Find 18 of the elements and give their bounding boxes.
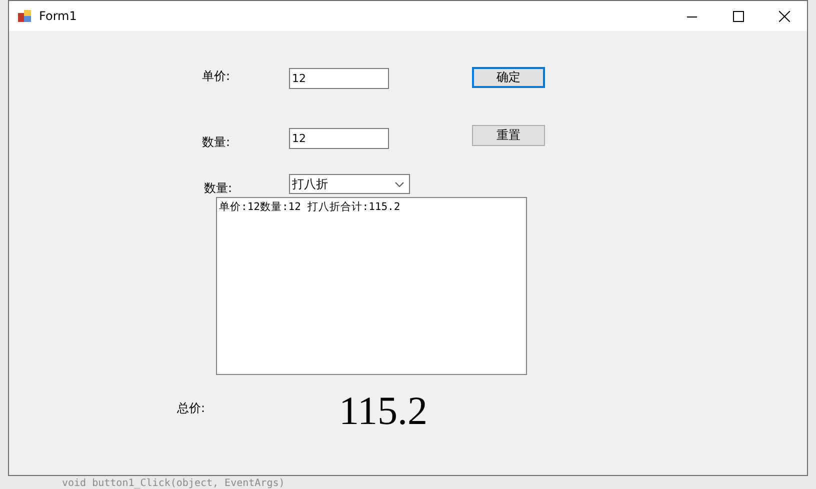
- maximize-icon: [732, 10, 744, 22]
- window-title: Form1: [39, 9, 77, 23]
- field-label: 数量:: [202, 134, 230, 151]
- discount-dropdown[interactable]: 打八折: [289, 174, 410, 194]
- form-icon: [17, 8, 33, 24]
- field-label: 单价:: [202, 68, 230, 85]
- field-label: 数量:: [204, 180, 232, 197]
- close-icon: [778, 10, 790, 22]
- list-item[interactable]: 单价:12数量:12 打八折合计:115.2: [219, 200, 524, 214]
- result-list[interactable]: 单价:12数量:12 打八折合计:115.2: [216, 197, 527, 375]
- chevron-icon: [395, 182, 404, 186]
- code-line: void button1_Click(object, EventArgs): [62, 478, 285, 489]
- reset-button[interactable]: 重置: [472, 125, 545, 146]
- confirm-button[interactable]: 确定: [472, 67, 545, 88]
- text-field[interactable]: 12: [289, 128, 389, 149]
- text-field[interactable]: 12: [289, 68, 389, 89]
- total-value: 115.2: [339, 387, 428, 434]
- total-label: 总价:: [177, 400, 206, 417]
